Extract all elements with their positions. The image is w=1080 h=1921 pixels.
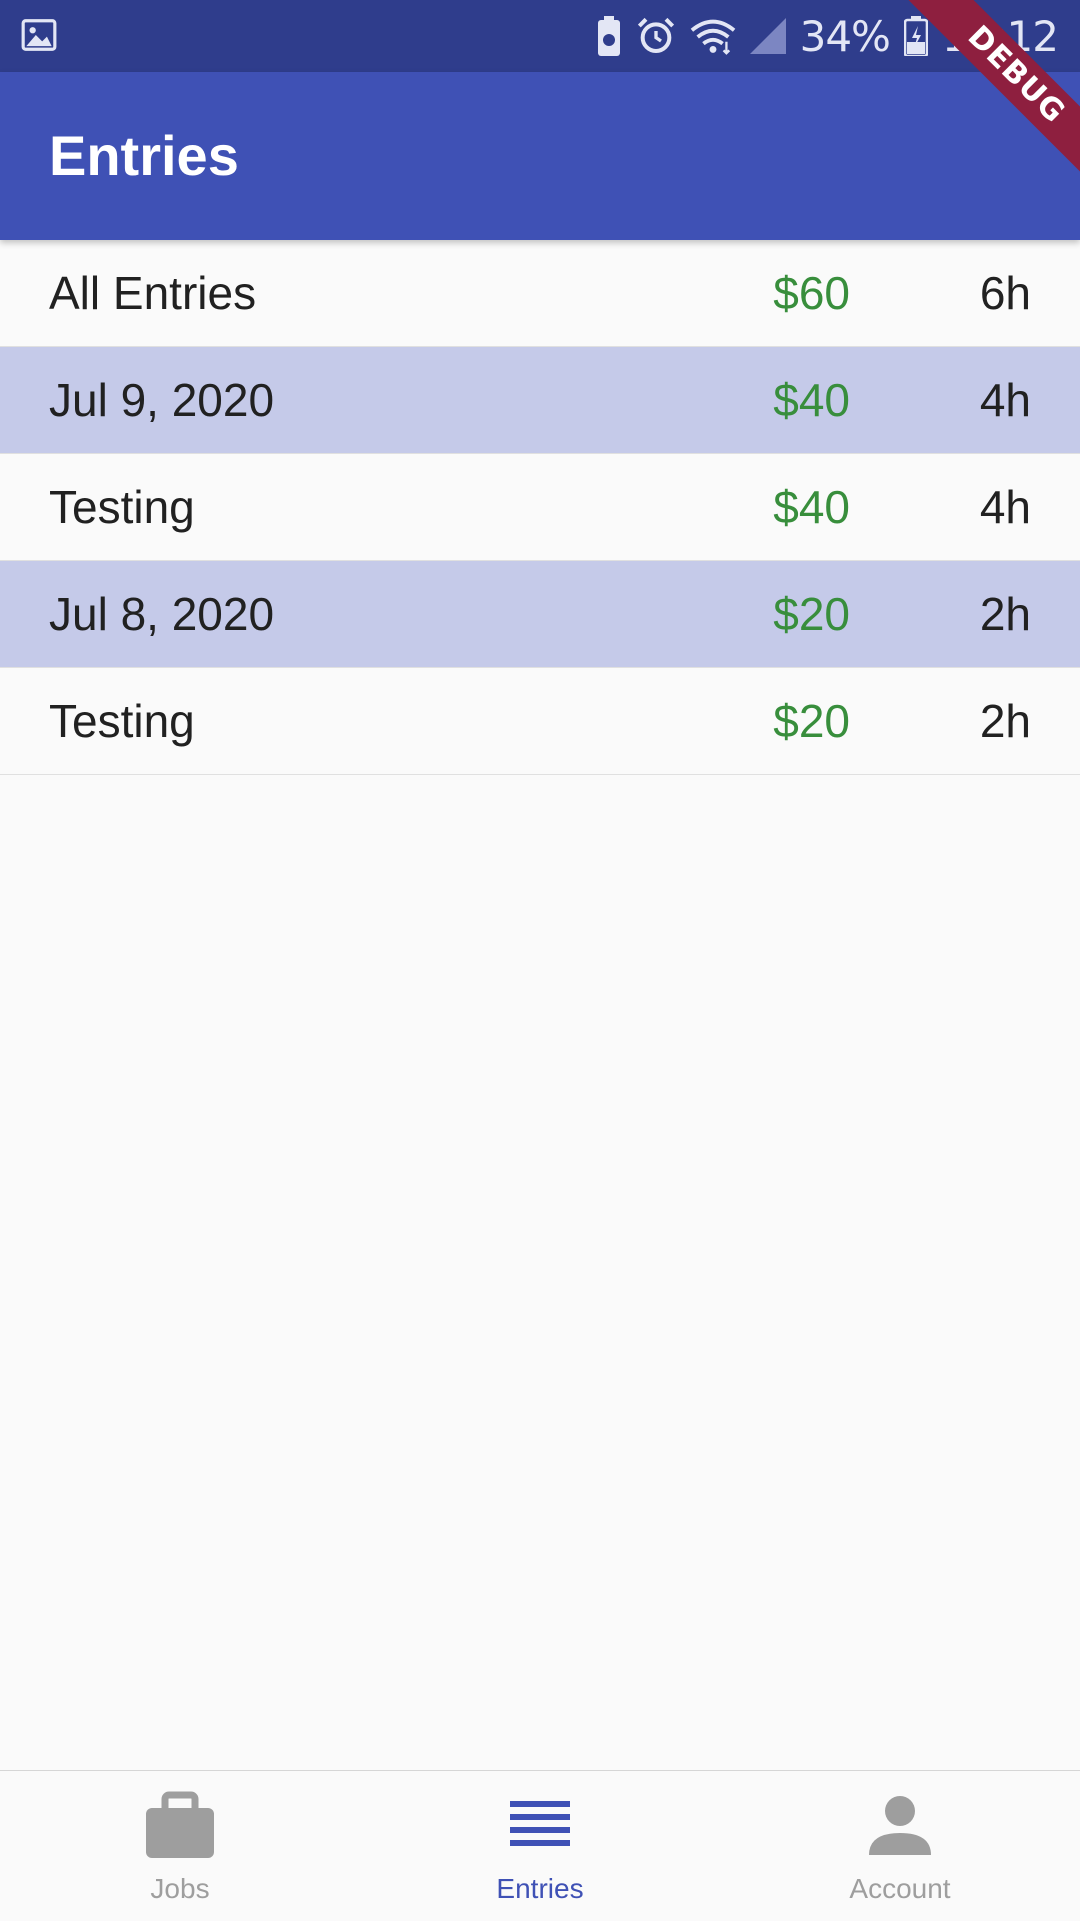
entry-hours: 6h bbox=[979, 267, 1031, 319]
page-title: Entries bbox=[49, 124, 239, 187]
entry-hours: 4h bbox=[979, 481, 1031, 533]
entry-hours: 2h bbox=[979, 695, 1031, 747]
job-entry-row[interactable]: Testing $40 4h bbox=[0, 454, 1080, 561]
bottom-navigation: Jobs Entries Account bbox=[0, 1770, 1080, 1921]
battery-saver-icon bbox=[597, 16, 620, 56]
nav-item-jobs[interactable]: Jobs bbox=[0, 1771, 360, 1921]
entry-label: Jul 8, 2020 bbox=[49, 588, 275, 640]
entry-label: All Entries bbox=[49, 267, 257, 319]
entry-hours: 4h bbox=[979, 374, 1031, 426]
entry-label: Testing bbox=[49, 481, 195, 533]
date-header-row[interactable]: Jul 9, 2020 $40 4h bbox=[0, 347, 1080, 454]
entry-pay: $20 bbox=[773, 588, 850, 640]
entry-label: Testing bbox=[49, 695, 195, 747]
nav-item-entries[interactable]: Entries bbox=[360, 1771, 720, 1921]
list-icon bbox=[510, 1801, 570, 1846]
date-header-row[interactable]: Jul 8, 2020 $20 2h bbox=[0, 561, 1080, 668]
app-bar: Entries bbox=[0, 72, 1080, 240]
battery-percent: 34% bbox=[799, 11, 891, 61]
entry-pay: $40 bbox=[773, 374, 850, 426]
entry-pay: $60 bbox=[773, 267, 850, 319]
entry-pay: $40 bbox=[773, 481, 850, 533]
clock-time: 10:12 bbox=[941, 11, 1059, 61]
nav-label-entries: Entries bbox=[496, 1873, 584, 1904]
nav-label-account: Account bbox=[849, 1873, 951, 1904]
entries-list: All Entries $60 6h Jul 9, 2020 $40 4h Te… bbox=[0, 240, 1080, 775]
image-icon bbox=[21, 19, 57, 51]
entry-hours: 2h bbox=[979, 588, 1031, 640]
entry-row-all-entries[interactable]: All Entries $60 6h bbox=[0, 240, 1080, 347]
status-bar: 34% 10:12 bbox=[0, 0, 1080, 72]
entry-label: Jul 9, 2020 bbox=[49, 374, 275, 426]
wifi-icon bbox=[690, 19, 735, 55]
job-entry-row[interactable]: Testing $20 2h bbox=[0, 668, 1080, 775]
entry-pay: $20 bbox=[773, 695, 850, 747]
person-icon bbox=[869, 1796, 931, 1855]
nav-label-jobs: Jobs bbox=[150, 1873, 210, 1904]
alarm-icon bbox=[637, 17, 674, 54]
nav-item-account[interactable]: Account bbox=[720, 1771, 1080, 1921]
battery-charging-icon bbox=[903, 16, 928, 56]
briefcase-icon bbox=[146, 1791, 214, 1858]
cellular-signal-icon bbox=[749, 18, 786, 54]
